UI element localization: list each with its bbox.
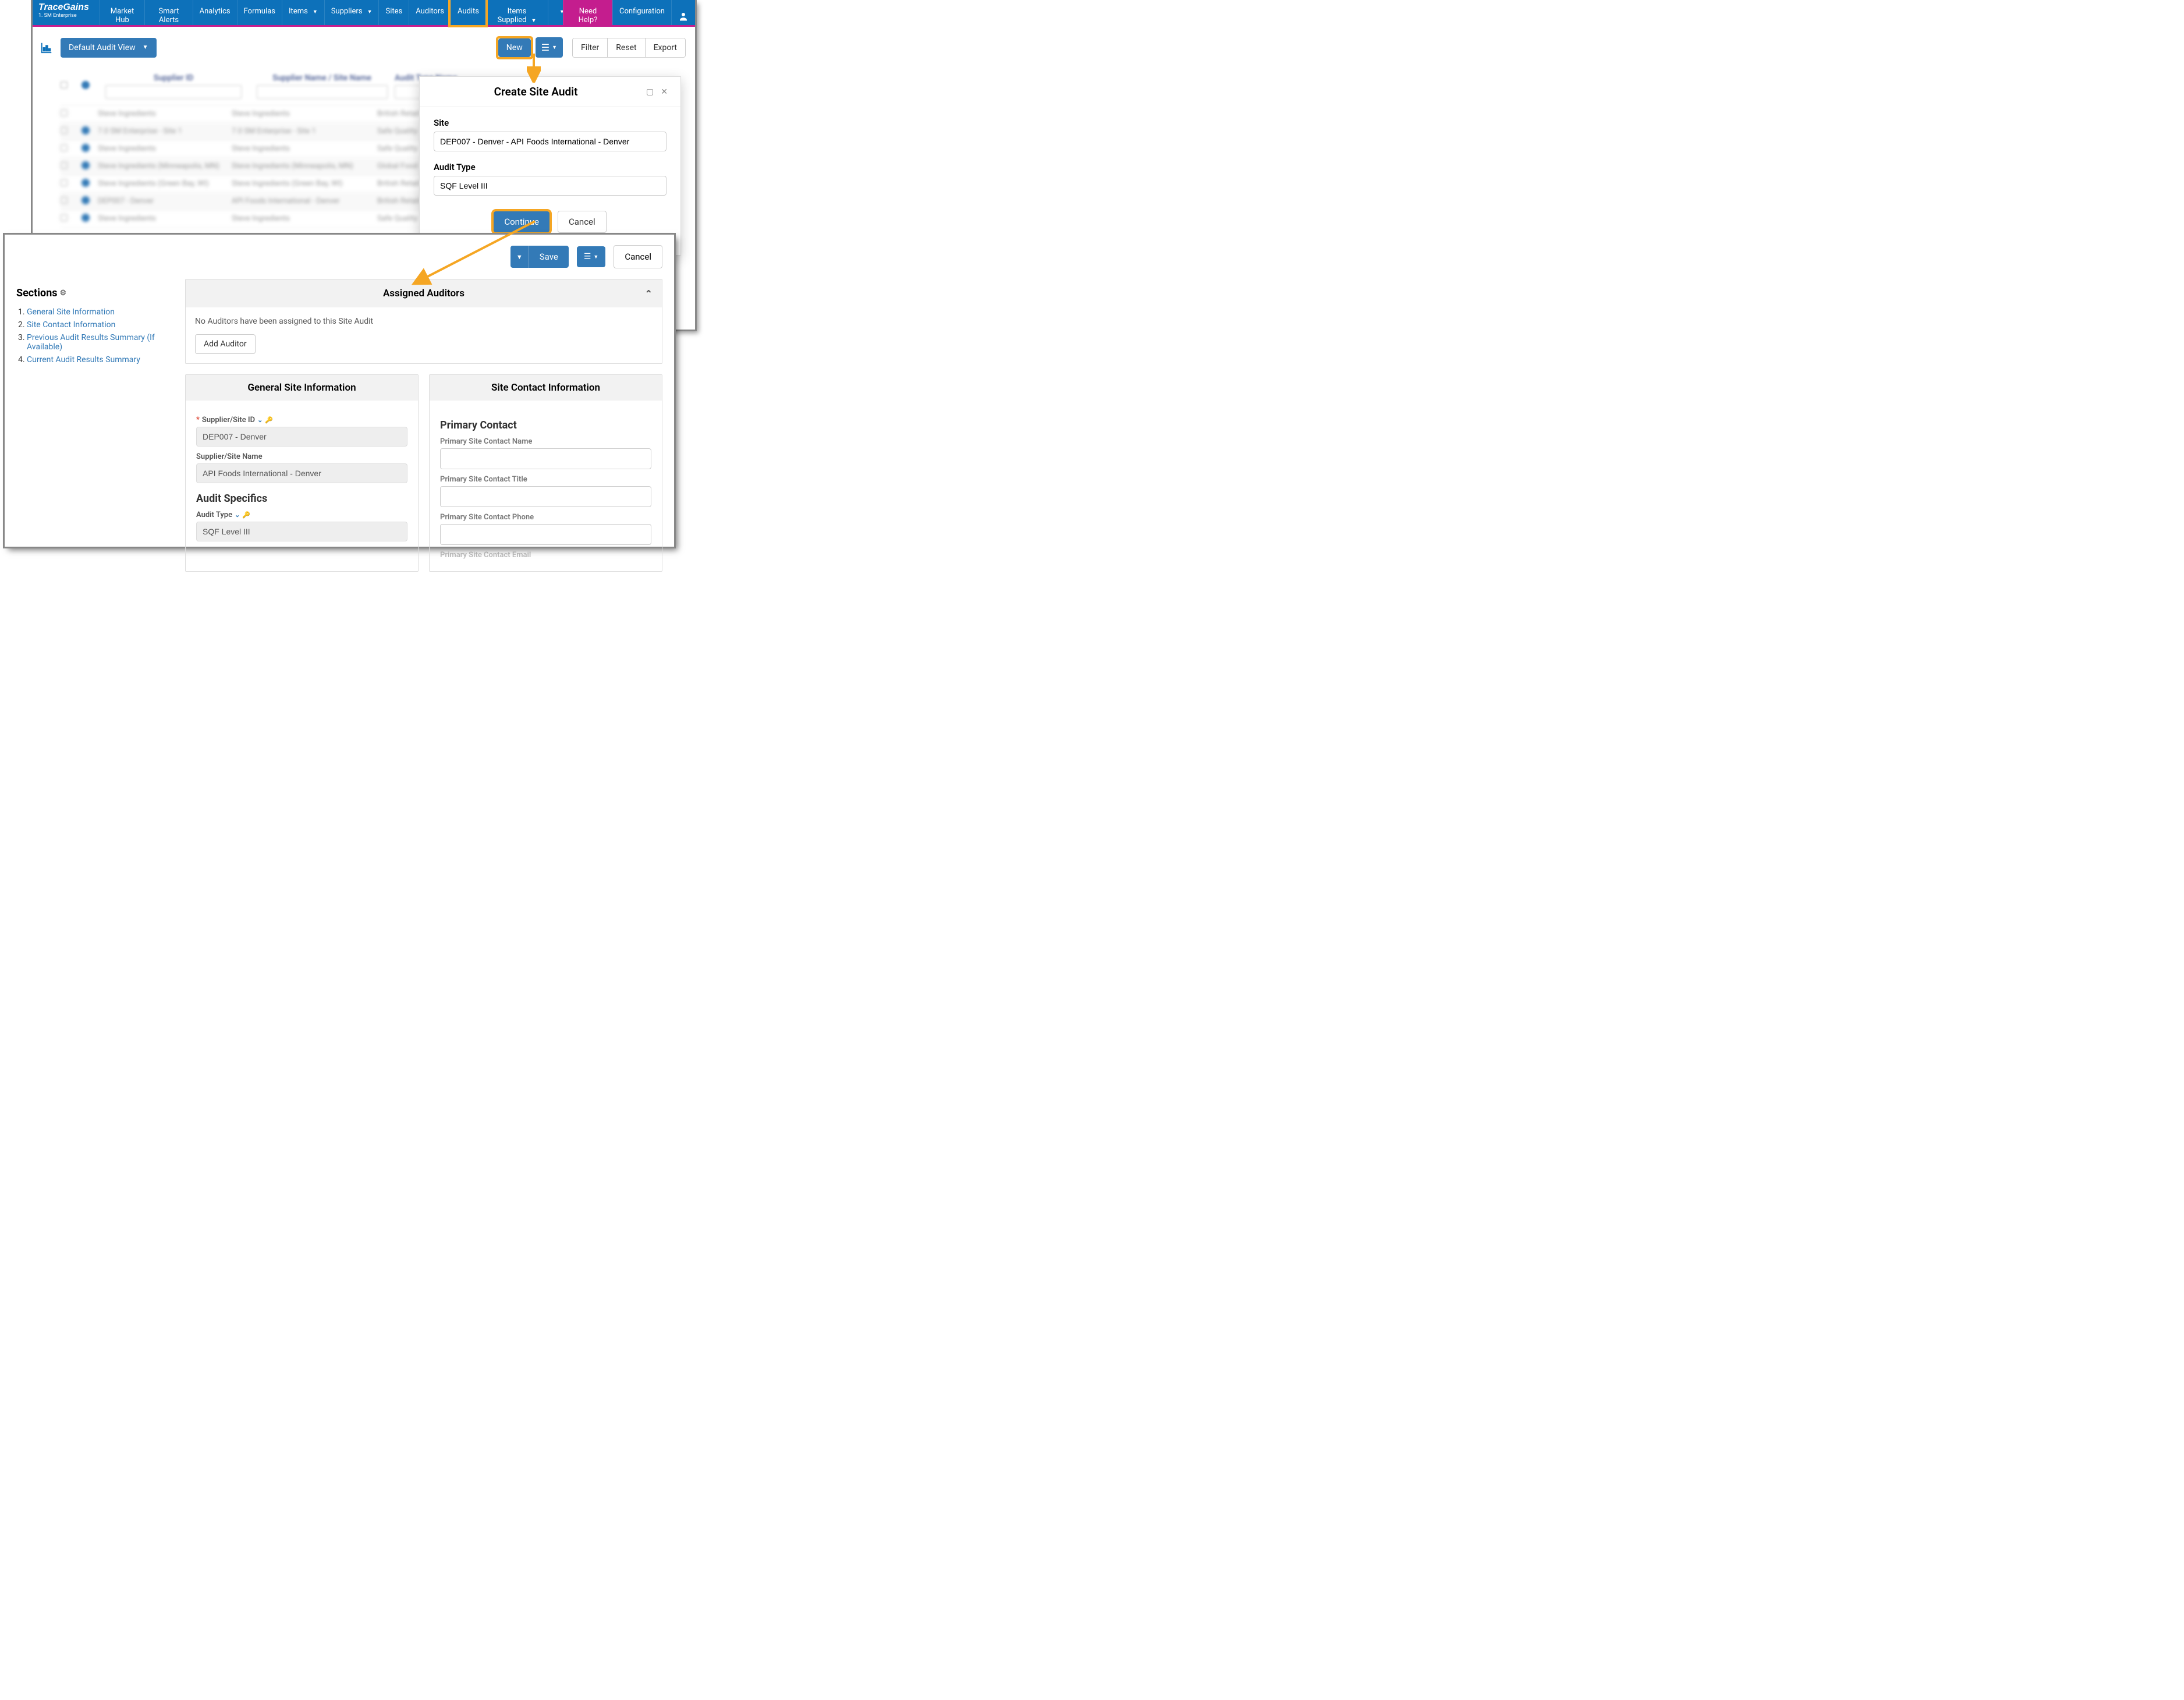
section-link-1[interactable]: General Site Information xyxy=(27,307,173,317)
audit-type-label: Audit Type xyxy=(434,162,666,172)
nav-auditors[interactable]: Auditors xyxy=(409,0,451,25)
nav-market-hub[interactable]: Market Hub xyxy=(100,0,145,25)
key-icon: 🔑 xyxy=(242,511,250,519)
caret-down-icon: ▼ xyxy=(367,9,373,15)
audit-type-input[interactable] xyxy=(434,176,666,196)
assigned-auditors-header[interactable]: Assigned Auditors ⌃ xyxy=(186,279,662,307)
primary-name-field[interactable] xyxy=(440,448,651,469)
add-auditor-button[interactable]: Add Auditor xyxy=(195,334,256,354)
close-icon[interactable]: ✕ xyxy=(657,87,671,97)
assigned-empty-text: No Auditors have been assigned to this S… xyxy=(195,317,653,326)
reset-button[interactable]: Reset xyxy=(608,38,645,57)
general-site-info-card: General Site Information *Supplier/Site … xyxy=(185,374,419,572)
top-nav: TraceGains 1. SM Enterprise Market Hub S… xyxy=(33,0,695,25)
nav-need-help[interactable]: Need Help? xyxy=(563,0,612,25)
new-button[interactable]: New xyxy=(498,38,531,57)
caret-down-icon: ▼ xyxy=(531,18,537,24)
nav-items[interactable]: Items▼ xyxy=(282,0,324,25)
dialog-title: Create Site Audit xyxy=(429,85,643,98)
site-contact-info-header: Site Contact Information xyxy=(430,375,662,401)
chevron-up-icon: ⌃ xyxy=(645,288,653,299)
detail-cancel-button[interactable]: Cancel xyxy=(614,245,662,268)
caret-down-icon: ▼ xyxy=(516,253,523,261)
hamburger-icon: ☰ xyxy=(584,252,591,261)
caret-down-icon: ▼ xyxy=(143,44,148,51)
dialog-header: Create Site Audit ▢ ✕ xyxy=(420,77,680,107)
supplier-name-label: Supplier/Site Name xyxy=(196,452,407,461)
save-dropdown[interactable]: ▼ xyxy=(510,246,529,268)
nav-analytics[interactable]: Analytics xyxy=(193,0,237,25)
nav-user-menu[interactable] xyxy=(671,0,695,25)
general-site-info-header: General Site Information xyxy=(186,375,418,401)
gear-icon[interactable]: ⚙ xyxy=(60,289,67,298)
assigned-auditors-panel: Assigned Auditors ⌃ No Auditors have bee… xyxy=(185,279,662,364)
action-button-group: Filter Reset Export xyxy=(572,38,686,58)
primary-phone-field[interactable] xyxy=(440,524,651,545)
caret-down-icon: ▼ xyxy=(313,9,318,15)
primary-email-label: Primary Site Contact Email xyxy=(440,551,651,559)
new-button-group: New xyxy=(498,38,531,57)
continue-button[interactable]: Continue xyxy=(494,211,549,232)
filter-button[interactable]: Filter xyxy=(573,38,608,57)
nav-smart-alerts[interactable]: Smart Alerts xyxy=(144,0,192,25)
sections-title: Sections ⚙ xyxy=(16,287,173,299)
detail-toolbar: ▼ Save ☰ ▼ Cancel xyxy=(5,235,674,279)
audits-toolbar: Default Audit View ▼ New ☰ ▼ Filter Rese… xyxy=(33,27,695,67)
site-label: Site xyxy=(434,118,666,128)
maximize-icon[interactable]: ▢ xyxy=(643,87,657,97)
audit-detail-window: ▼ Save ☰ ▼ Cancel Sections ⚙ General Sit… xyxy=(5,235,674,547)
default-view-button[interactable]: Default Audit View ▼ xyxy=(61,38,157,58)
caret-down-icon: ▼ xyxy=(593,254,598,260)
site-contact-info-card: Site Contact Information Primary Contact… xyxy=(429,374,662,572)
section-link-4[interactable]: Current Audit Results Summary xyxy=(27,355,173,364)
primary-title-field[interactable] xyxy=(440,486,651,507)
detail-options-button[interactable]: ☰ ▼ xyxy=(577,246,605,267)
nav-sites[interactable]: Sites xyxy=(378,0,409,25)
filter-supplier-name[interactable] xyxy=(257,85,388,99)
cancel-button[interactable]: Cancel xyxy=(558,211,607,233)
brand-name: TraceGains xyxy=(38,2,94,13)
detail-main: Assigned Auditors ⌃ No Auditors have bee… xyxy=(185,279,662,572)
nav-suppliers[interactable]: Suppliers▼ xyxy=(324,0,379,25)
nav-items-supplied[interactable]: Items Supplied▼ xyxy=(485,0,548,25)
primary-contact-heading: Primary Contact xyxy=(440,419,651,431)
user-icon xyxy=(678,11,689,22)
primary-name-label: Primary Site Contact Name xyxy=(440,437,651,446)
nav-audits[interactable]: Audits xyxy=(451,0,485,25)
key-icon: 🔑 xyxy=(265,416,273,424)
sections-sidebar: Sections ⚙ General Site Information Site… xyxy=(16,279,173,572)
create-site-audit-dialog: Create Site Audit ▢ ✕ Site Audit Type Co… xyxy=(419,76,681,256)
primary-phone-label: Primary Site Contact Phone xyxy=(440,513,651,522)
brand-sub: 1. SM Enterprise xyxy=(38,13,94,19)
audit-type-label-detail: Audit Type ⌄ 🔑 xyxy=(196,511,407,519)
supplier-id-label: *Supplier/Site ID ⌄ 🔑 xyxy=(196,416,407,424)
supplier-name-field[interactable] xyxy=(196,463,407,483)
nav-configuration[interactable]: Configuration xyxy=(612,0,671,25)
section-link-2[interactable]: Site Contact Information xyxy=(27,320,173,330)
audit-specifics-heading: Audit Specifics xyxy=(196,493,407,505)
export-button[interactable]: Export xyxy=(646,38,685,57)
site-input[interactable] xyxy=(434,132,666,151)
save-button[interactable]: Save xyxy=(529,246,569,268)
chevron-down-icon[interactable]: ⌄ xyxy=(257,416,263,424)
save-button-group: ▼ Save xyxy=(510,246,569,268)
section-link-3[interactable]: Previous Audit Results Summary (If Avail… xyxy=(27,333,173,352)
hamburger-icon: ☰ xyxy=(541,42,549,53)
audit-type-field[interactable] xyxy=(196,522,407,541)
nav-formulas[interactable]: Formulas xyxy=(237,0,282,25)
brand: TraceGains 1. SM Enterprise xyxy=(33,0,100,25)
nav-more[interactable]: ▼ xyxy=(548,0,563,25)
annotation-arrow-1 xyxy=(527,52,541,83)
filter-supplier-id[interactable] xyxy=(105,85,242,99)
chevron-down-icon[interactable]: ⌄ xyxy=(235,511,240,519)
supplier-id-field[interactable] xyxy=(196,427,407,447)
primary-title-label: Primary Site Contact Title xyxy=(440,475,651,484)
caret-down-icon: ▼ xyxy=(552,44,557,51)
chart-icon[interactable] xyxy=(33,40,61,55)
